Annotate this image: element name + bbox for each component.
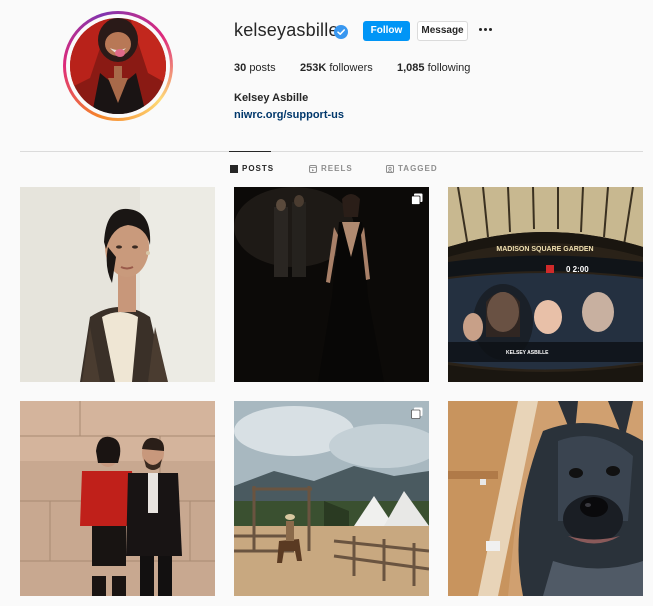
avatar-illustration: [70, 18, 166, 114]
following-count[interactable]: 1,085 following: [397, 62, 470, 74]
follow-button[interactable]: Follow: [363, 21, 410, 41]
post-image: [20, 401, 215, 596]
post-thumbnail[interactable]: MADISON SQUARE GARDEN 0 2:00 KELSEY ASBI…: [448, 187, 643, 382]
message-button[interactable]: Message: [417, 21, 468, 41]
post-image: [448, 401, 643, 596]
username: kelseyasbille: [234, 20, 339, 40]
tab-reels[interactable]: REELS: [309, 164, 353, 173]
multiple-photos-icon: [411, 193, 423, 205]
tabs-divider: [20, 151, 643, 152]
post-image: MADISON SQUARE GARDEN 0 2:00 KELSEY ASBI…: [448, 187, 643, 382]
arena-sign-text: MADISON SQUARE GARDEN: [496, 246, 593, 253]
more-options-icon[interactable]: [479, 28, 495, 34]
post-thumbnail[interactable]: [448, 401, 643, 596]
verified-badge-icon: [334, 25, 348, 39]
post-thumbnail[interactable]: [234, 187, 429, 382]
followers-count[interactable]: 253K followers: [300, 62, 373, 74]
tab-posts[interactable]: POSTS: [230, 164, 274, 173]
active-tab-indicator: [229, 151, 271, 152]
post-thumbnail[interactable]: [234, 401, 429, 596]
post-image: [20, 187, 215, 382]
profile-page: kelseyasbille Follow Message 30 posts 25…: [0, 0, 653, 606]
post-thumbnail[interactable]: [20, 187, 215, 382]
tagged-icon: [386, 164, 394, 173]
post-image: [234, 187, 429, 382]
scoreboard-text: 0 2:00: [566, 265, 589, 274]
full-name: Kelsey Asbille: [234, 92, 309, 104]
bio-link[interactable]: niwrc.org/support-us: [234, 109, 344, 121]
post-image: [234, 401, 429, 596]
post-thumbnail[interactable]: [20, 401, 215, 596]
posts-count: 30 posts: [234, 62, 276, 74]
reels-icon: [309, 164, 317, 173]
multiple-photos-icon: [411, 407, 423, 419]
grid-icon: [230, 164, 238, 173]
avatar[interactable]: [70, 18, 166, 114]
tab-tagged[interactable]: TAGGED: [386, 164, 438, 173]
story-ring[interactable]: [63, 11, 173, 121]
jumbotron-caption: KELSEY ASBILLE: [506, 350, 549, 356]
